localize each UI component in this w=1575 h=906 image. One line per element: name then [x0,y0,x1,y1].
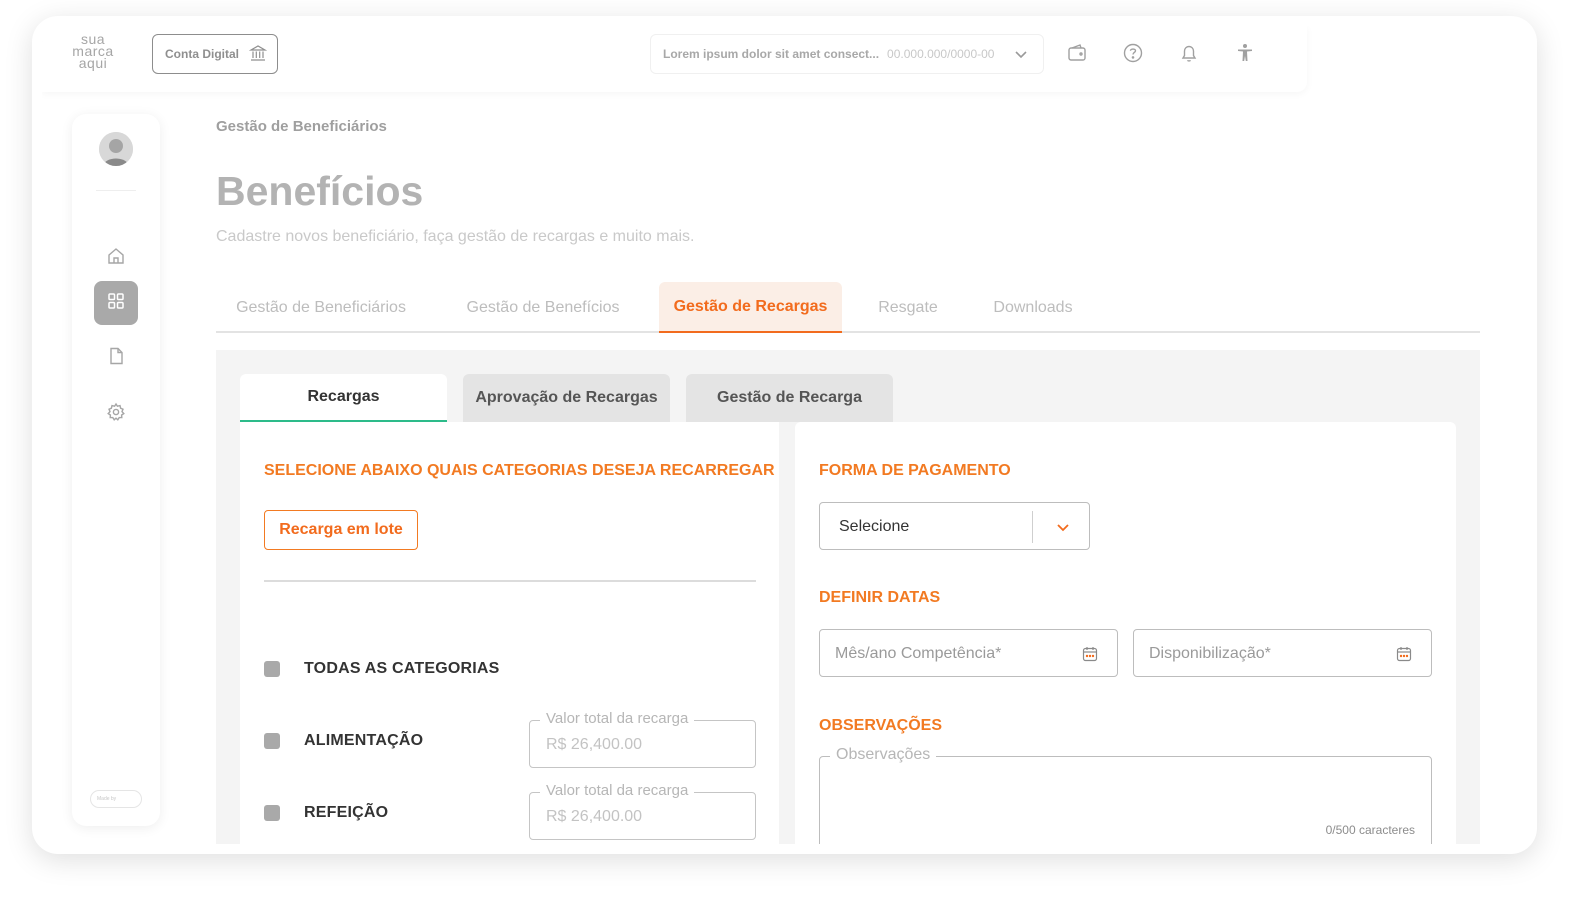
category-row-all: TODAS AS CATEGORIAS [264,660,500,678]
bell-icon[interactable] [1178,42,1200,64]
tab-gestao-recargas[interactable]: Gestão de Recargas [659,282,842,333]
bank-icon [248,44,268,65]
category-label: ALIMENTAÇÃO [304,732,424,749]
disponibilizacao-date-field[interactable]: Disponibilização* [1133,629,1432,677]
sidebar-item-documents[interactable] [94,336,138,380]
char-counter: 0/500 caracteres [1325,823,1415,837]
payment-method-select[interactable]: Selecione [819,502,1090,550]
sidebar-item-settings[interactable] [94,392,138,436]
category-row-refeicao: REFEIÇÃO [264,804,388,822]
obs-section-title: OBSERVAÇÕES [819,717,942,734]
app-frame: sua marca aqui Conta Digital Lorem ipsum… [32,16,1537,854]
payment-section-title: FORMA DE PAGAMENTO [819,462,1011,479]
select-separator [1032,511,1033,543]
categories-panel: SELECIONE ABAIXO QUAIS CATEGORIAS DESEJA… [240,422,779,844]
avatar[interactable] [99,132,133,166]
tab-gestao-beneficios[interactable]: Gestão de Benefícios [447,282,639,333]
grid-icon [106,291,126,316]
made-by-badge: Made by [90,790,142,808]
sidebar-divider [96,190,136,191]
subtab-recargas[interactable]: Recargas [240,374,447,422]
sidebar-item-dashboard[interactable] [94,281,138,325]
app-window: sua marca aqui Conta Digital Lorem ipsum… [42,26,1527,844]
field-placeholder: Mês/ano Competência* [835,645,1002,662]
main-tabs: Gestão de Beneficiários Gestão de Benefí… [216,282,1480,333]
conta-digital-button[interactable]: Conta Digital [152,34,278,74]
payment-panel: FORMA DE PAGAMENTO Selecione DEFINIR DAT… [795,422,1456,844]
made-by-label: Made by [97,796,117,802]
checkbox-alimentacao[interactable] [264,733,280,749]
categories-section-title: SELECIONE ABAIXO QUAIS CATEGORIAS DESEJA… [264,462,775,479]
company-cnpj: 00.000.000/0000-00 [887,47,995,61]
divider [264,580,756,582]
tab-gestao-beneficiarios[interactable]: Gestão de Beneficiários [216,282,426,333]
observacoes-textarea[interactable]: Observações 0/500 caracteres [819,746,1432,844]
tab-downloads[interactable]: Downloads [974,282,1092,333]
brand-logo[interactable]: sua marca aqui [70,32,116,70]
content-area: Recargas Aprovação de Recargas Gestão de… [216,350,1480,844]
calendar-icon[interactable] [1081,645,1099,668]
sidebar-item-home[interactable] [94,236,138,280]
top-bar: sua marca aqui Conta Digital Lorem ipsum… [42,26,1307,92]
checkbox-all-categories[interactable] [264,661,280,677]
page-title: Benefícios [216,168,424,214]
valor-recarga-refeicao-field[interactable]: Valor total da recarga R$ 26,400.00 [529,782,756,840]
chevron-down-icon [1013,46,1029,65]
help-icon[interactable] [1122,42,1144,64]
field-label: Valor total da recarga [540,782,695,799]
page-subtitle: Cadastre novos beneficiário, faça gestão… [216,228,695,245]
company-name: Lorem ipsum dolor sit amet consect... [663,47,880,61]
category-label: REFEIÇÃO [304,804,389,821]
breadcrumb[interactable]: Gestão de Beneficiários [216,118,387,135]
field-label: Observações [830,746,937,764]
recarga-em-lote-button[interactable]: Recarga em lote [264,510,418,550]
field-placeholder: Disponibilização* [1149,645,1271,662]
valor-recarga-alimentacao-field[interactable]: Valor total da recarga R$ 26,400.00 [529,710,756,768]
dates-section-title: DEFINIR DATAS [819,589,941,606]
gear-icon [106,402,126,427]
chevron-down-icon [1054,518,1072,541]
subtab-aprovacao-recargas[interactable]: Aprovação de Recargas [463,374,670,422]
tab-resgate[interactable]: Resgate [862,282,954,333]
select-value: Selecione [839,518,910,535]
subtab-gestao-recarga[interactable]: Gestão de Recarga [686,374,893,422]
field-label: Valor total da recarga [540,710,695,727]
conta-digital-label: Conta Digital [165,47,239,61]
checkbox-refeicao[interactable] [264,805,280,821]
sidebar: Made by [72,114,160,826]
category-label: TODAS AS CATEGORIAS [304,660,500,677]
field-value: R$ 26,400.00 [546,808,643,825]
field-value: R$ 26,400.00 [546,736,643,753]
accessibility-icon[interactable] [1234,42,1256,64]
document-icon [106,346,126,371]
category-row-alimentacao: ALIMENTAÇÃO [264,732,423,750]
competencia-date-field[interactable]: Mês/ano Competência* [819,629,1118,677]
company-selector[interactable]: Lorem ipsum dolor sit amet consect... 00… [650,34,1044,74]
home-icon [106,246,126,271]
wallet-icon[interactable] [1066,42,1088,64]
calendar-icon[interactable] [1395,645,1413,668]
